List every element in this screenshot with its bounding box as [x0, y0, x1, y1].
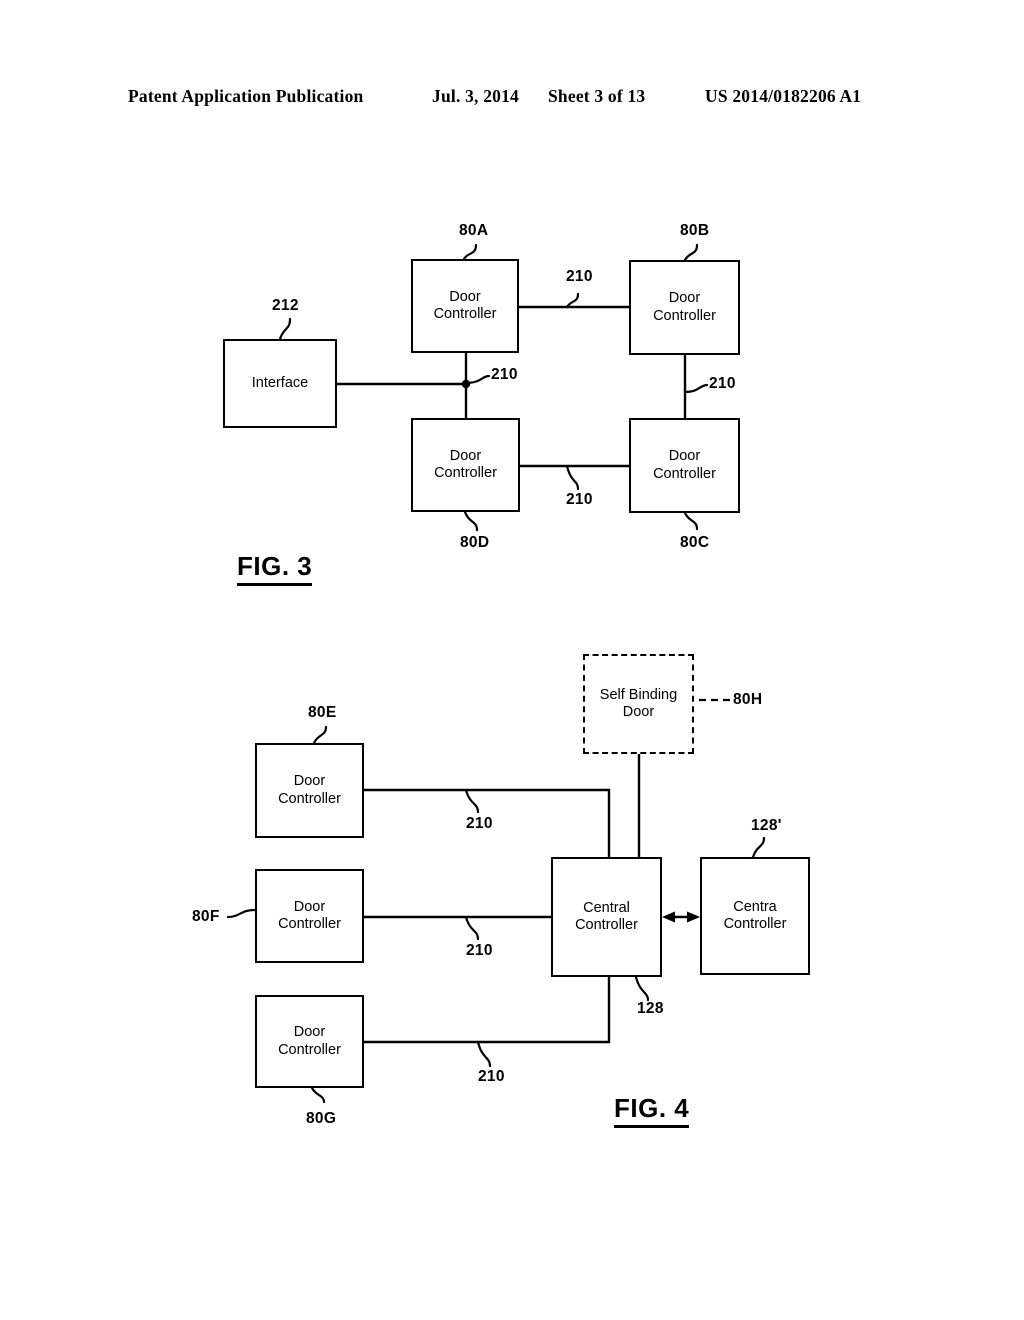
ref-numeral-80a: 80A — [459, 222, 489, 239]
central-controller-box[interactable]: Central Controller — [551, 857, 662, 977]
fig4-link-central-centra-arrow — [662, 911, 700, 923]
header-sheet-number: Sheet 3 of 13 — [548, 86, 646, 106]
fig4-leader-128 — [634, 975, 650, 1002]
door-controller-80b-box[interactable]: Door Controller — [629, 260, 740, 355]
figure-3-caption: FIG. 3 — [237, 551, 313, 586]
central-controller-label: Central Controller — [575, 899, 638, 933]
fig4-leader-210-f — [464, 915, 480, 941]
ref-numeral-210-ad: 210 — [491, 366, 518, 383]
ref-numeral-80e: 80E — [308, 704, 337, 721]
ref-numeral-80h: 80H — [733, 691, 763, 708]
ref-numeral-128p: 128' — [751, 817, 782, 834]
ref-numeral-210-ab: 210 — [566, 268, 593, 285]
door-controller-80d-box[interactable]: Door Controller — [411, 418, 520, 512]
ref-numeral-80f: 80F — [192, 908, 220, 925]
figure-4-caption: FIG. 4 — [614, 1093, 690, 1128]
fig4-leader-210-g — [476, 1040, 492, 1068]
fig3-leader-80a — [462, 243, 478, 261]
fig4-link-80g-central — [364, 977, 611, 1044]
fig4-leader-128p — [751, 836, 766, 859]
door-controller-80e-box[interactable]: Door Controller — [255, 743, 364, 838]
fig3-leader-80c — [683, 511, 699, 531]
door-controller-80b-label: Door Controller — [653, 290, 716, 324]
figure-line-layer — [226, 243, 766, 1104]
door-controller-80g-label: Door Controller — [278, 1024, 341, 1058]
door-controller-80a-label: Door Controller — [433, 288, 497, 322]
ref-numeral-210-dc: 210 — [566, 491, 593, 508]
fig3-leader-210-ad — [464, 374, 491, 385]
header-patent-number: US 2014/0182206 A1 — [705, 86, 862, 106]
door-controller-80e-label: Door Controller — [278, 773, 341, 807]
header-publication-date: Jul. 3, 2014 — [432, 86, 519, 106]
fig4-leader-80e — [312, 725, 328, 745]
page-header: Patent Application Publication Jul. 3, 2… — [0, 86, 1024, 112]
centra-controller-box[interactable]: Centra Controller — [700, 857, 810, 975]
door-controller-80g-box[interactable]: Door Controller — [255, 995, 364, 1088]
fig3-leader-80d — [463, 510, 479, 532]
interface-box[interactable]: Interface — [223, 339, 337, 428]
fig3-leader-210-dc — [565, 464, 580, 491]
ref-numeral-210-f: 210 — [466, 942, 493, 959]
fig3-leader-210-ab — [565, 292, 580, 309]
header-publication-title: Patent Application Publication — [128, 86, 364, 106]
centra-controller-label: Centra Controller — [723, 898, 787, 932]
ref-numeral-210-bc: 210 — [709, 375, 736, 392]
fig3-bus-junction-dot — [461, 379, 471, 389]
door-controller-80f-box[interactable]: Door Controller — [255, 869, 364, 963]
self-binding-door-box[interactable]: Self Binding Door — [583, 654, 694, 754]
door-controller-80c-box[interactable]: Door Controller — [629, 418, 740, 513]
ref-numeral-80d: 80D — [460, 534, 490, 551]
self-binding-door-label: Self Binding Door — [599, 686, 678, 720]
ref-numeral-210-e: 210 — [466, 815, 493, 832]
interface-box-label: Interface — [251, 374, 309, 391]
ref-numeral-80c: 80C — [680, 534, 710, 551]
door-controller-80a-box[interactable]: Door Controller — [411, 259, 519, 353]
ref-numeral-210-g: 210 — [478, 1068, 505, 1085]
fig3-leader-210-bc — [683, 383, 709, 394]
fig4-leader-210-e — [464, 788, 480, 814]
fig3-leader-212 — [278, 317, 292, 341]
fig4-leader-80f — [226, 908, 257, 919]
ref-numeral-128: 128 — [637, 1000, 664, 1017]
door-controller-80f-label: Door Controller — [278, 898, 341, 932]
door-controller-80d-label: Door Controller — [434, 447, 497, 481]
ref-numeral-80b: 80B — [680, 222, 710, 239]
ref-numeral-212: 212 — [272, 297, 299, 314]
ref-numeral-80g: 80G — [306, 1110, 337, 1127]
door-controller-80c-label: Door Controller — [653, 448, 716, 482]
fig4-leader-80g — [310, 1086, 326, 1104]
fig3-leader-80b — [683, 243, 699, 262]
